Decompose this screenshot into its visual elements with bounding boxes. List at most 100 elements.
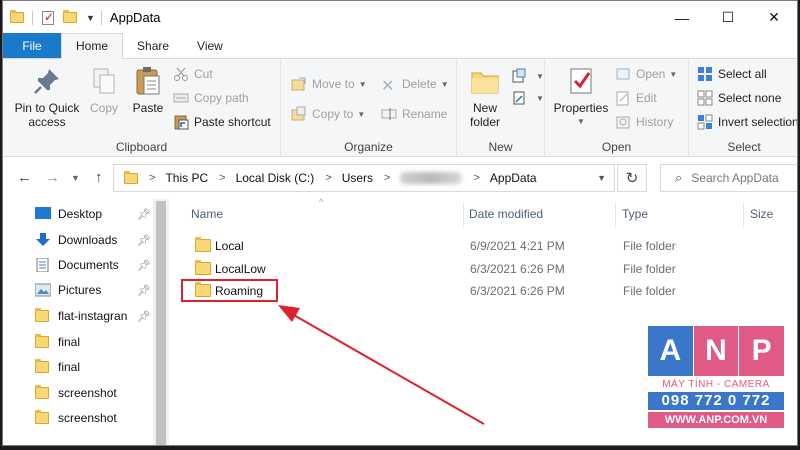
forward-arrow-icon[interactable]: → — [45, 169, 60, 186]
recent-dropdown-icon[interactable]: ▼ — [71, 173, 80, 183]
paste-shortcut-button[interactable]: Paste shortcut — [173, 111, 271, 133]
column-header-size[interactable]: Size — [750, 207, 773, 221]
select-none-label: Select none — [718, 91, 782, 105]
new-item-dropdown-icon: ▼ — [536, 71, 544, 81]
paste-button[interactable]: Paste — [127, 65, 169, 115]
easy-access-button[interactable]: ▼ — [511, 87, 544, 109]
column-header-name[interactable]: Name — [191, 207, 223, 221]
refresh-button[interactable]: ↻ — [617, 164, 647, 192]
open-group-label: Open — [601, 140, 632, 154]
nav-item-folder[interactable]: final — [35, 331, 153, 353]
pin-icon[interactable]: 📌︎ — [137, 208, 151, 221]
breadcrumb-separator[interactable]: > — [384, 172, 390, 184]
window-title: AppData — [109, 10, 161, 25]
nav-item-folder[interactable]: screenshot — [35, 407, 153, 429]
edit-button[interactable]: Edit — [615, 87, 657, 109]
edit-icon — [615, 90, 631, 106]
tab-file[interactable]: File — [3, 33, 61, 58]
nav-item-folder[interactable]: final — [35, 356, 153, 378]
select-all-icon — [697, 66, 713, 82]
tab-share[interactable]: Share — [123, 33, 183, 58]
copy-path-label: Copy path — [194, 91, 249, 105]
history-label: History — [636, 115, 674, 129]
folder-icon — [195, 237, 211, 252]
copy-to-label: Copy to — [312, 107, 354, 121]
address-dropdown-icon[interactable]: ▼ — [597, 173, 606, 183]
desktop-icon — [35, 207, 51, 221]
column-divider[interactable] — [743, 203, 744, 227]
search-box[interactable]: ⌕ Search AppData — [660, 164, 797, 192]
column-divider[interactable] — [615, 203, 616, 227]
breadcrumb-this-pc[interactable]: This PC — [165, 171, 208, 185]
nav-item-desktop[interactable]: Desktop 📌︎ — [35, 203, 153, 225]
nav-scrollbar-thumb[interactable] — [156, 201, 166, 445]
new-item-button[interactable]: ▼ — [511, 65, 544, 87]
logo-website: WWW.ANP.COM.VN — [648, 412, 784, 428]
nav-label: Desktop — [58, 207, 103, 221]
maximize-button[interactable]: ☐ — [705, 1, 751, 34]
nav-item-folder[interactable]: screenshot — [35, 382, 153, 404]
breadcrumb-separator[interactable]: > — [473, 172, 479, 184]
group-clipboard: Pin to Quick access Copy Paste Cut Copy … — [3, 59, 281, 157]
paste-label: Paste — [132, 101, 164, 115]
copy-icon — [88, 65, 120, 97]
pin-icon[interactable]: 📌︎ — [137, 234, 151, 247]
pin-icon[interactable]: 📌︎ — [137, 284, 151, 297]
folder-icon — [35, 359, 49, 373]
breadcrumb-users[interactable]: Users — [342, 171, 373, 185]
copy-path-button[interactable]: Copy path — [173, 87, 249, 109]
breadcrumb-username-blurred[interactable] — [400, 172, 463, 184]
back-arrow-icon[interactable]: ← — [17, 169, 32, 186]
breadcrumb-separator[interactable]: > — [219, 172, 225, 184]
nav-scrollbar[interactable] — [153, 199, 169, 445]
file-row-locallow[interactable]: LocalLow 6/3/2021 6:26 PM File folder — [183, 258, 783, 280]
properties-button[interactable]: Properties ▼ — [549, 65, 613, 129]
tab-view[interactable]: View — [183, 33, 237, 58]
nav-item-pictures[interactable]: Pictures 📌︎ — [34, 279, 153, 301]
nav-item-documents[interactable]: Documents 📌︎ — [35, 254, 153, 276]
logo-phone: 098 772 0 772 — [648, 392, 784, 410]
pin-icon[interactable]: 📌︎ — [137, 259, 151, 272]
group-select: Select all Select none Invert selection … — [689, 59, 797, 157]
new-folder-icon[interactable] — [63, 10, 77, 23]
pin-icon[interactable]: 📌︎ — [137, 310, 151, 323]
search-placeholder: Search AppData — [691, 171, 779, 185]
cut-button[interactable]: Cut — [173, 63, 213, 85]
copy-to-button[interactable]: Copy to ▼ — [291, 103, 365, 125]
breadcrumb-appdata[interactable]: AppData — [490, 171, 537, 185]
rename-button[interactable]: Rename — [381, 103, 447, 125]
properties-dropdown-icon: ▼ — [577, 117, 585, 126]
column-header-type[interactable]: Type — [622, 207, 648, 221]
open-icon — [615, 66, 631, 82]
copy-button[interactable]: Copy — [87, 65, 121, 115]
pin-label-2: access — [28, 115, 66, 129]
breadcrumb-separator[interactable]: > — [325, 172, 331, 184]
select-none-button[interactable]: Select none — [697, 87, 781, 109]
invert-selection-button[interactable]: Invert selection — [697, 111, 797, 133]
tab-home[interactable]: Home — [61, 33, 124, 59]
select-all-button[interactable]: Select all — [697, 63, 767, 85]
breadcrumb-local-disk[interactable]: Local Disk (C:) — [236, 171, 315, 185]
column-divider[interactable] — [463, 203, 464, 227]
pin-quick-access-button[interactable]: Pin to Quick access — [7, 65, 87, 129]
open-button[interactable]: Open ▼ — [615, 63, 677, 85]
close-button[interactable]: ✕ — [751, 1, 797, 34]
properties-icon[interactable] — [42, 10, 54, 25]
history-button[interactable]: History — [615, 111, 673, 133]
address-bar[interactable]: > This PC > Local Disk (C:) > Users > > … — [113, 164, 615, 192]
file-name: LocalLow — [215, 262, 266, 276]
up-arrow-icon[interactable]: ↑ — [95, 169, 103, 186]
nav-item-downloads[interactable]: Downloads 📌︎ — [35, 229, 153, 251]
documents-icon — [35, 257, 51, 273]
scissors-icon — [173, 66, 189, 82]
move-to-button[interactable]: Move to ▼ — [291, 73, 367, 95]
minimize-button[interactable]: — — [659, 1, 705, 34]
pictures-icon — [34, 283, 52, 297]
delete-button[interactable]: ✕ Delete ▼ — [381, 73, 449, 95]
folder-icon — [35, 410, 49, 424]
new-folder-button[interactable]: New folder — [463, 65, 507, 129]
column-header-date[interactable]: Date modified — [469, 207, 543, 221]
nav-item-folder[interactable]: flat-instagran 📌︎ — [35, 305, 153, 327]
file-row-local[interactable]: Local 6/9/2021 4:21 PM File folder — [183, 235, 783, 257]
qat-dropdown-icon[interactable]: ▼ — [86, 13, 95, 23]
